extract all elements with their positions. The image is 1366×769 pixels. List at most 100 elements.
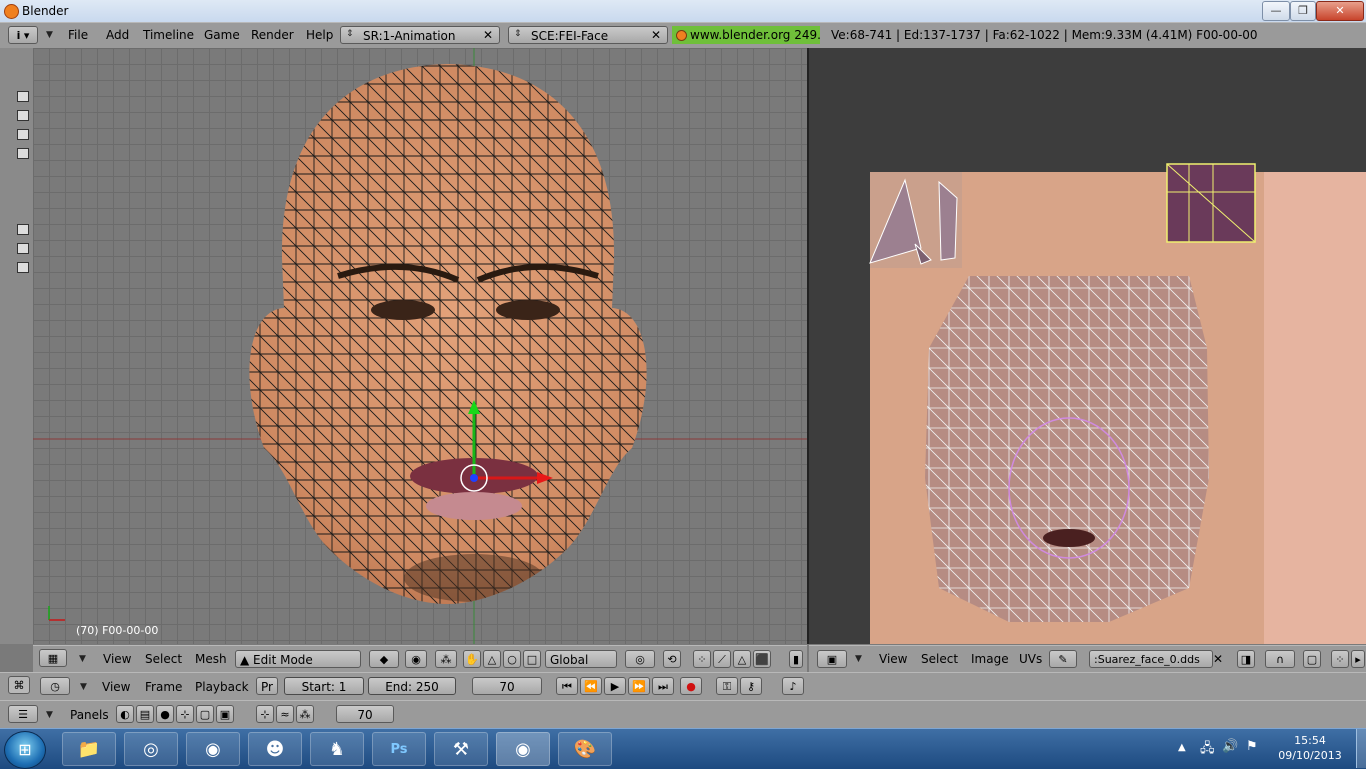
- image-icon[interactable]: [17, 243, 29, 254]
- next-key-icon[interactable]: ⏩: [628, 677, 650, 695]
- menu-panels[interactable]: Panels: [70, 708, 109, 722]
- face-select-icon[interactable]: △: [733, 650, 751, 668]
- image-pack-icon[interactable]: ◨: [1237, 650, 1255, 668]
- scale-icon[interactable]: □: [523, 650, 541, 668]
- end-frame-field[interactable]: End: 250: [368, 677, 456, 695]
- menu-view[interactable]: View: [103, 652, 131, 666]
- image-icon[interactable]: [17, 148, 29, 159]
- prev-key-icon[interactable]: ⏪: [580, 677, 602, 695]
- 3d-viewport[interactable]: (70) F00-00-00: [33, 48, 807, 644]
- game-icon[interactable]: ☻: [248, 732, 302, 766]
- menu-timeline[interactable]: Timeline: [143, 28, 194, 42]
- collapse-triangle-icon[interactable]: ▼: [80, 682, 87, 692]
- paint-icon[interactable]: 🎨: [558, 732, 612, 766]
- uv-more-icon[interactable]: ▸: [1351, 650, 1365, 668]
- screen-selector[interactable]: SR:1-Animation: [340, 26, 500, 44]
- timeline-side-icon[interactable]: ⌘: [8, 676, 30, 694]
- timeline-editor-type-icon[interactable]: ◷: [40, 677, 70, 695]
- play-icon[interactable]: ▶: [604, 677, 626, 695]
- shading-icon[interactable]: ●: [156, 705, 174, 723]
- photoshop-icon[interactable]: Ps: [372, 732, 426, 766]
- draw-type-icon[interactable]: ◆: [369, 650, 399, 668]
- snap-icon[interactable]: ⟲: [663, 650, 681, 668]
- info-window-type-button[interactable]: i ▾: [8, 26, 38, 44]
- image-unlink-icon[interactable]: ✕: [1213, 652, 1223, 666]
- key-icon[interactable]: ⚷: [740, 677, 762, 695]
- pin-icon[interactable]: ✎: [1049, 650, 1077, 668]
- menu-mesh[interactable]: Mesh: [195, 652, 227, 666]
- action-center-flag-icon[interactable]: ⚑: [1246, 739, 1258, 754]
- translate-icon[interactable]: △: [483, 650, 501, 668]
- image-icon[interactable]: [17, 129, 29, 140]
- maximize-button[interactable]: ❐: [1290, 1, 1316, 21]
- blender-active-taskbar-icon[interactable]: ◉: [496, 732, 550, 766]
- system-clock[interactable]: 15:54 09/10/2013: [1275, 733, 1345, 763]
- edge-select-icon[interactable]: ⟋: [713, 650, 731, 668]
- sticky-select-icon[interactable]: ▢: [1303, 650, 1321, 668]
- chrome-icon[interactable]: ◎: [124, 732, 178, 766]
- image-icon[interactable]: [17, 110, 29, 121]
- proportional-icon[interactable]: ◎: [625, 650, 655, 668]
- menu-view[interactable]: View: [102, 680, 130, 694]
- menu-select[interactable]: Select: [145, 652, 182, 666]
- orientation-selector[interactable]: Global: [545, 650, 617, 668]
- menu-render[interactable]: Render: [251, 28, 294, 42]
- current-frame-field[interactable]: 70: [472, 677, 542, 695]
- start-button[interactable]: ⊞: [4, 731, 46, 769]
- draw-paint-icon[interactable]: ⁘: [1331, 650, 1349, 668]
- object-icon[interactable]: ⊹: [176, 705, 194, 723]
- uv-image-editor[interactable]: [809, 48, 1366, 644]
- close-button[interactable]: ✕: [1316, 1, 1364, 21]
- collapse-triangle-icon[interactable]: ▼: [46, 710, 53, 720]
- header-scroll-icon[interactable]: ▮: [789, 650, 803, 668]
- menu-add[interactable]: Add: [106, 28, 129, 42]
- screen-browse-icon[interactable]: ⇕: [346, 29, 354, 39]
- show-desktop-button[interactable]: [1356, 729, 1366, 768]
- image-icon[interactable]: [17, 262, 29, 273]
- collapse-triangle-icon[interactable]: ▼: [79, 654, 86, 664]
- tool-icon[interactable]: ⚒: [434, 732, 488, 766]
- menu-game[interactable]: Game: [204, 28, 240, 42]
- jump-end-icon[interactable]: ⏭: [652, 677, 674, 695]
- explorer-icon[interactable]: 📁: [62, 732, 116, 766]
- sound-icon[interactable]: ♪: [782, 677, 804, 695]
- script-icon[interactable]: ▤: [136, 705, 154, 723]
- menu-uvs[interactable]: UVs: [1019, 652, 1042, 666]
- collapse-menu-triangle-icon[interactable]: ▼: [46, 30, 53, 40]
- image-name-field[interactable]: :Suarez_face_0.dds: [1089, 650, 1213, 668]
- menu-select[interactable]: Select: [921, 652, 958, 666]
- screen-delete-icon[interactable]: ✕: [483, 28, 493, 42]
- menu-frame[interactable]: Frame: [145, 680, 182, 694]
- blender-taskbar-icon[interactable]: ◉: [186, 732, 240, 766]
- preview-range-button[interactable]: Pr: [256, 677, 278, 695]
- image-editor-type-icon[interactable]: ▣: [817, 650, 847, 668]
- pivot-icon[interactable]: ◉: [405, 650, 427, 668]
- tray-expand-icon[interactable]: ▲: [1178, 742, 1186, 753]
- scene-browse-icon[interactable]: ⇕: [514, 29, 522, 39]
- image-icon[interactable]: [17, 224, 29, 235]
- jump-start-icon[interactable]: ⏮: [556, 677, 578, 695]
- volume-icon[interactable]: 🔊: [1222, 739, 1238, 754]
- particles-icon[interactable]: ⁂: [296, 705, 314, 723]
- editing-icon[interactable]: ▢: [196, 705, 214, 723]
- menu-playback[interactable]: Playback: [195, 680, 249, 694]
- image-icon[interactable]: [17, 91, 29, 102]
- record-icon[interactable]: ●: [680, 677, 702, 695]
- menu-view[interactable]: View: [879, 652, 907, 666]
- start-frame-field[interactable]: Start: 1: [284, 677, 364, 695]
- hand-icon[interactable]: ✋: [463, 650, 481, 668]
- keying-set-icon[interactable]: ⚿: [716, 677, 738, 695]
- menu-file[interactable]: File: [68, 28, 88, 42]
- collapse-triangle-icon[interactable]: ▼: [855, 654, 862, 664]
- layers-icon[interactable]: ⁂: [435, 650, 457, 668]
- grid-editor-type-icon[interactable]: ▦: [39, 649, 67, 667]
- scene-delete-icon[interactable]: ✕: [651, 28, 661, 42]
- menu-help[interactable]: Help: [306, 28, 333, 42]
- network-icon[interactable]: 🖧: [1200, 739, 1215, 761]
- mode-selector[interactable]: ▲ Edit Mode: [235, 650, 361, 668]
- counter-strike-icon[interactable]: ♞: [310, 732, 364, 766]
- scene-icon[interactable]: ▣: [216, 705, 234, 723]
- logic-icon[interactable]: ◐: [116, 705, 134, 723]
- vertex-select-icon[interactable]: ⁘: [693, 650, 711, 668]
- rotate-icon[interactable]: ○: [503, 650, 521, 668]
